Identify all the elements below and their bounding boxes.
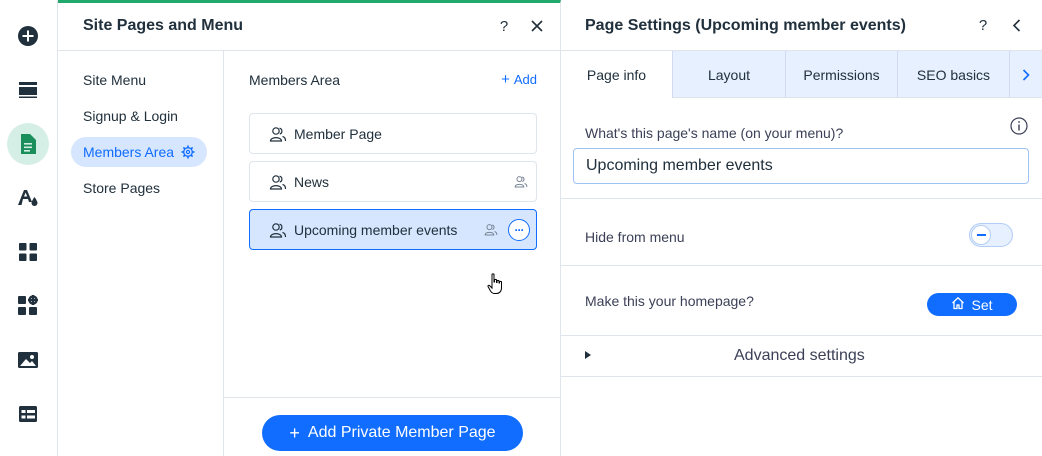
menu-item-label: Members Area — [83, 144, 175, 160]
cms-icon[interactable] — [7, 393, 49, 435]
section-title: Members Area — [249, 72, 341, 88]
media-icon[interactable] — [7, 339, 49, 381]
business-apps-icon[interactable] — [7, 285, 49, 327]
homepage-label: Make this your homepage? — [585, 293, 754, 309]
panel-title: Site Pages and Menu — [83, 17, 244, 34]
set-homepage-button[interactable]: Set — [927, 293, 1017, 316]
private-members-icon — [514, 175, 528, 188]
settings-tabs: Page info Layout Permissions SEO basics — [561, 51, 1042, 98]
close-icon[interactable] — [527, 16, 547, 36]
expand-caret-icon[interactable] — [585, 351, 591, 359]
sections-icon[interactable] — [7, 69, 49, 111]
add-elements-icon[interactable] — [7, 15, 49, 57]
page-row-member-page[interactable]: Member Page — [249, 113, 537, 154]
gear-icon[interactable] — [181, 145, 195, 159]
page-label: Member Page — [294, 125, 382, 142]
hide-from-menu-label: Hide from menu — [585, 229, 685, 245]
divider — [561, 198, 1042, 199]
members-icon — [269, 174, 291, 190]
page-settings-panel: Page Settings (Upcoming member events) ?… — [561, 0, 1042, 456]
settings-title: Page Settings (Upcoming member events) — [585, 17, 906, 34]
tabs-scroll-right-icon[interactable] — [1010, 51, 1042, 98]
divider — [561, 335, 1042, 336]
help-icon[interactable]: ? — [973, 15, 993, 35]
left-toolbar — [0, 0, 58, 456]
site-pages-header: Site Pages and Menu ? — [58, 3, 560, 51]
tab-seo-basics[interactable]: SEO basics — [898, 51, 1010, 98]
design-icon[interactable] — [7, 177, 49, 219]
menu-item-signup-login[interactable]: Signup & Login — [71, 101, 190, 131]
page-name-input[interactable] — [573, 148, 1029, 184]
back-icon[interactable] — [1006, 15, 1026, 35]
set-label: Set — [971, 296, 993, 313]
tab-page-info[interactable]: Page info — [561, 51, 673, 98]
tab-layout[interactable]: Layout — [673, 51, 786, 98]
page-label: Upcoming member events — [294, 221, 458, 238]
page-row-news[interactable]: News — [249, 161, 537, 202]
add-private-member-page-button[interactable]: + Add Private Member Page — [262, 415, 523, 451]
more-actions-button[interactable]: ··· — [508, 219, 530, 241]
menu-item-store-pages[interactable]: Store Pages — [71, 173, 172, 203]
pages-icon[interactable] — [7, 123, 49, 165]
page-settings-header: Page Settings (Upcoming member events) ? — [561, 0, 1042, 51]
plus-icon: + — [289, 422, 300, 443]
members-icon — [269, 126, 291, 142]
page-name-label: What's this page's name (on your menu)? — [585, 125, 844, 141]
home-icon — [951, 296, 965, 313]
divider — [561, 376, 1042, 377]
apps-icon[interactable] — [7, 231, 49, 273]
add-page-link[interactable]: + Add — [501, 72, 537, 87]
members-pages-list: Members Area + Add Member Page News Upco — [224, 51, 561, 456]
info-icon[interactable] — [1010, 117, 1028, 140]
button-label: Add Private Member Page — [307, 424, 496, 441]
menu-item-site-menu[interactable]: Site Menu — [71, 65, 158, 95]
tab-permissions[interactable]: Permissions — [786, 51, 898, 98]
plus-icon: + — [501, 71, 510, 88]
hide-from-menu-toggle[interactable] — [969, 223, 1013, 247]
menu-categories: Site Menu Signup & Login Members Area St… — [58, 51, 224, 456]
page-label: News — [294, 173, 330, 190]
advanced-settings-label[interactable]: Advanced settings — [734, 347, 865, 365]
page-row-upcoming-member-events[interactable]: Upcoming member events ··· — [249, 209, 537, 250]
help-icon[interactable]: ? — [494, 16, 514, 36]
pages-footer: + Add Private Member Page — [224, 397, 561, 456]
site-pages-panel: Site Pages and Menu ? Site Menu Signup &… — [58, 0, 561, 456]
divider — [561, 265, 1042, 266]
members-icon — [269, 222, 291, 238]
hand-cursor-icon — [487, 273, 503, 300]
menu-item-members-area[interactable]: Members Area — [71, 137, 208, 167]
toggle-knob — [971, 225, 991, 245]
add-label: Add — [513, 72, 537, 87]
private-members-icon — [484, 223, 498, 236]
